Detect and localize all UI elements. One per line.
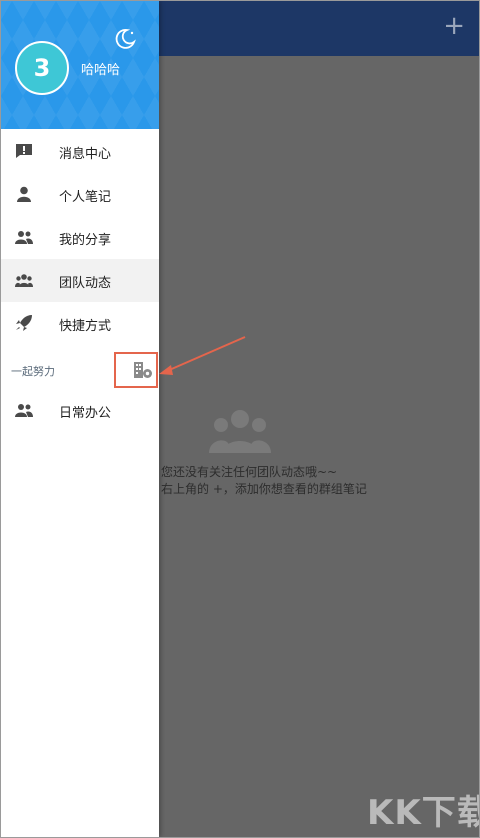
menu-item-label: 团队动态: [59, 276, 112, 291]
empty-state-text: 您还没有关注任何团队动态哦~~: [161, 465, 338, 479]
drawer-header: 3 哈哈哈: [1, 1, 159, 129]
menu-item-my-shares[interactable]: 我的分享: [1, 216, 159, 259]
menu-item-shortcuts[interactable]: 快捷方式: [1, 302, 159, 345]
avatar[interactable]: 3: [15, 41, 69, 95]
message-alert-icon: [16, 144, 32, 158]
watermark: KK下载: [367, 793, 480, 833]
group-item-label: 日常办公: [59, 406, 112, 421]
annotation-arrow: [159, 336, 246, 375]
night-mode-icon[interactable]: [113, 27, 137, 51]
add-button[interactable]: +: [443, 11, 465, 41]
username[interactable]: 哈哈哈: [81, 59, 120, 78]
menu-item-team-updates[interactable]: 团队动态: [1, 259, 159, 302]
navigation-drawer: 3 哈哈哈 消息中心 个人笔记 我的分享 团队动态 快捷方式 一起努力 日常办公: [1, 1, 159, 837]
drawer-menu: 消息中心 个人笔记 我的分享 团队动态 快捷方式: [1, 130, 159, 345]
menu-item-label: 个人笔记: [59, 190, 112, 205]
menu-item-label: 我的分享: [59, 233, 112, 248]
group-item-daily-office[interactable]: 日常办公: [1, 389, 159, 432]
menu-item-message-center[interactable]: 消息中心: [1, 130, 159, 173]
team-empty-icon: [209, 410, 271, 453]
screen: + 您还没有关注任何团队动态哦~~ 右上角的 +，添加你想查看的群组笔记 3 哈…: [0, 0, 480, 838]
person-icon: [17, 186, 31, 202]
menu-item-personal-notes[interactable]: 个人笔记: [1, 173, 159, 216]
rocket-icon: [16, 315, 32, 331]
team-icon: [15, 274, 33, 287]
empty-state-hint: 右上角的 +，添加你想查看的群组笔记: [161, 482, 367, 496]
people-icon: [15, 231, 33, 244]
group-section-label: 一起努力: [11, 365, 55, 378]
menu-item-label: 消息中心: [59, 147, 112, 162]
people-icon: [15, 404, 33, 417]
menu-item-label: 快捷方式: [59, 319, 112, 334]
